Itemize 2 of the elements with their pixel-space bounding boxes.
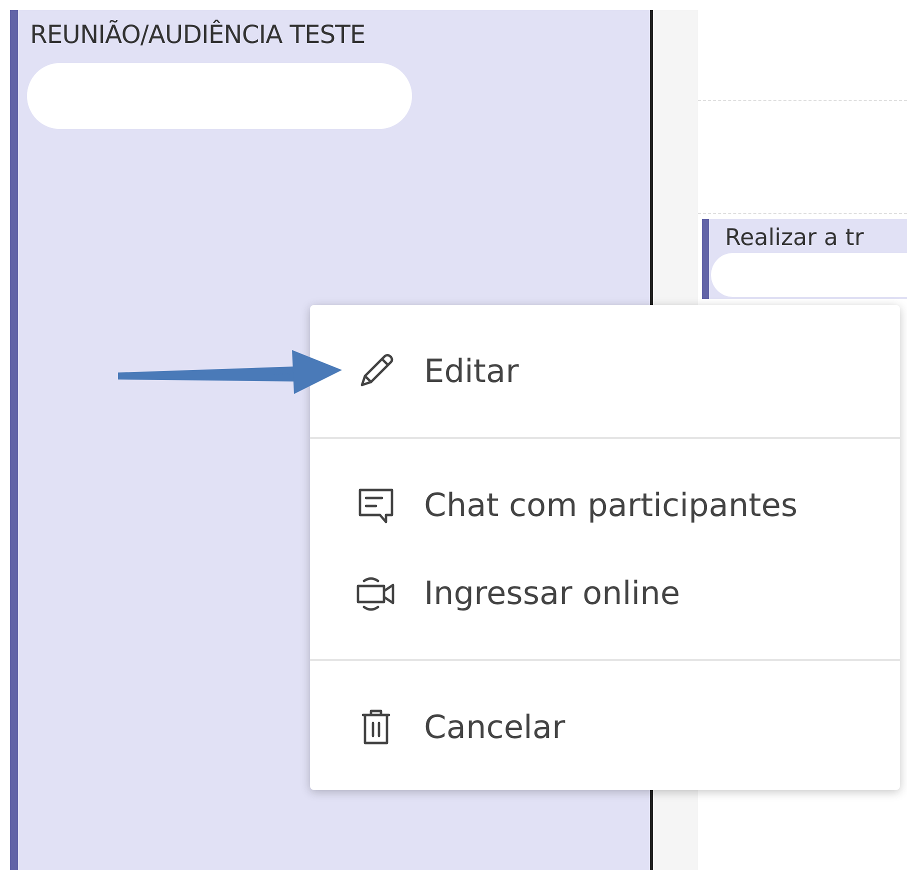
event-title: REUNIÃO/AUDIÊNCIA TESTE: [30, 20, 366, 49]
event-title: Realizar a tr: [725, 225, 865, 251]
